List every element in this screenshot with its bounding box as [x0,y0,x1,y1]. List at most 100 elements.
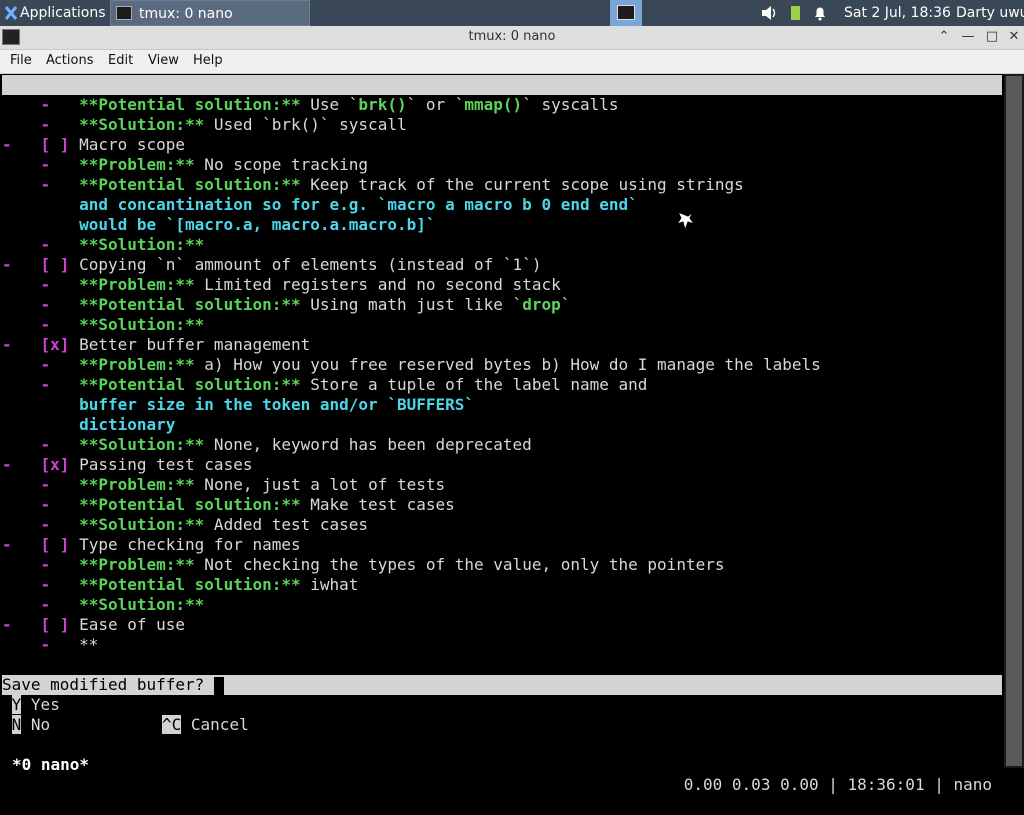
workspace-switcher[interactable] [610,0,642,26]
line-text: Macro scope [69,135,186,154]
editor-line[interactable]: - **Problem:** Not checking the types of… [2,555,725,575]
line-text: Used `brk()` syscall [204,115,407,134]
menu-actions[interactable]: Actions [46,53,94,68]
list-bullet: - [40,635,51,654]
maximize-button[interactable]: □ [984,29,1000,45]
continuation-text: dictionary [79,415,176,434]
list-bullet: - [40,555,51,574]
battery-icon[interactable] [790,0,802,26]
editor-line[interactable]: dictionary [2,415,175,435]
editor-line[interactable]: - **Solution:** Used `brk()` syscall [2,115,407,135]
text-cursor [213,676,224,695]
tmux-window-name[interactable]: *0 nano* [12,755,89,775]
nano-filename: TODO.md * [492,115,579,134]
taskbar-button-tmux[interactable]: tmux: 0 nano [110,0,310,26]
editor-line[interactable]: - **Problem:** Limited registers and no … [2,275,561,295]
menu-view[interactable]: View [148,53,179,68]
editor-line[interactable]: - [ ] Macro scope [2,135,185,155]
option-yes[interactable]: Y Yes [2,695,60,715]
shade-button[interactable]: ⌃ [936,29,952,45]
line-text: None, keyword has been deprecated [204,435,532,454]
list-bullet: - [2,335,12,354]
terminal-scrollbar[interactable] [1004,74,1024,768]
line-text: iwhat [300,575,359,594]
editor-line[interactable]: - **Solution:** [2,595,205,615]
editor-line[interactable]: - **Problem:** None, just a lot of tests [2,475,446,495]
list-bullet: - [2,135,12,154]
list-bullet: - [40,235,51,254]
scrollbar-thumb[interactable] [1006,76,1022,766]
user-menu[interactable]: Darty uwu [956,0,1024,26]
task-checkbox: [ ] [11,135,70,154]
editor-line[interactable]: - **Potential solution:** Using math jus… [2,295,571,315]
mouse-pointer-icon [675,211,696,232]
key-no[interactable]: N [11,715,22,734]
list-bullet: - [40,515,51,534]
editor-line[interactable]: - **Potential solution:** Store a tuple … [2,375,648,395]
menu-edit[interactable]: Edit [108,53,133,68]
editor-line[interactable]: - **Potential solution:** Keep track of … [2,175,744,195]
notification-bell-icon[interactable] [813,0,827,26]
editor-line[interactable]: - [ ] Copying `n` ammount of elements (i… [2,255,541,275]
editor-line[interactable]: - **Problem:** No scope tracking [2,155,369,175]
task-checkbox: [ ] [11,615,70,634]
editor-line[interactable]: - [x] Better buffer management [2,335,310,355]
bold-label: **Potential solution:** [50,95,301,114]
nano-prompt[interactable]: Save modified buffer? [2,675,1002,695]
key-yes[interactable]: Y [11,695,22,714]
editor-line[interactable]: - [x] Passing test cases [2,455,252,475]
line-text: Better buffer management [69,335,311,354]
line-text: Not checking the types of the value, onl… [194,555,725,574]
editor-line[interactable]: buffer size in the token and/or `BUFFERS… [2,395,474,415]
editor-line[interactable]: - [ ] Ease of use [2,615,185,635]
line-text: Passing test cases [69,455,253,474]
editor-line[interactable]: - [ ] Type checking for names [2,535,301,555]
editor-line[interactable]: and concantination so for e.g. `macro a … [2,195,638,215]
close-button[interactable]: ✕ [1006,29,1022,45]
line-text: Copying `n` ammount of elements (instead… [69,255,542,274]
option-no[interactable]: N No [2,715,50,735]
minimize-button[interactable]: — [960,29,976,45]
editor-line[interactable]: - **Solution:** None, keyword has been d… [2,435,532,455]
code-span: drop [522,295,561,314]
task-checkbox: [x] [11,455,70,474]
editor-line[interactable]: - **Problem:** a) How you you free reser… [2,355,821,375]
window-titlebar[interactable]: tmux: 0 nano ⌃ — □ ✕ [0,26,1024,50]
editor-line[interactable]: - **Potential solution:** Make test case… [2,495,455,515]
option-cancel[interactable]: ^C Cancel [162,715,249,735]
menu-help[interactable]: Help [193,53,223,68]
bold-label: **Solution:** [50,435,205,454]
continuation-text: buffer size in the token and/or `BUFFERS… [79,395,475,414]
applications-label: Applications [20,5,106,21]
list-bullet: - [40,475,51,494]
applications-menu[interactable]: Applications [0,0,110,26]
editor-line[interactable]: - **Potential solution:** iwhat [2,575,359,595]
editor-line[interactable]: - **Solution:** [2,315,205,335]
list-bullet: - [40,95,51,114]
code-span: mmap() [464,95,523,114]
editor-line[interactable]: - **Potential solution:** Use `brk()` or… [2,95,619,115]
bold-label: **Problem:** [50,155,195,174]
key-cancel[interactable]: ^C [162,715,182,734]
list-bullet: - [2,255,12,274]
volume-icon[interactable] [760,0,778,26]
editor-line[interactable]: - **Solution:** Added test cases [2,515,369,535]
terminal-view[interactable]: GNU nano 6.2 TODO.md * - **Potential sol… [2,74,1002,794]
editor-line[interactable]: - ** [2,635,99,655]
editor-line[interactable]: would be `[macro.a, macro.a.macro.b]` [2,215,435,235]
bold-label: **Problem:** [50,475,195,494]
clock[interactable]: Sat 2 Jul, 18:36 [844,0,951,26]
menu-file[interactable]: File [10,53,32,68]
menu-bar: File Actions Edit View Help [0,50,1024,74]
editor-line[interactable]: - **Solution:** [2,235,205,255]
